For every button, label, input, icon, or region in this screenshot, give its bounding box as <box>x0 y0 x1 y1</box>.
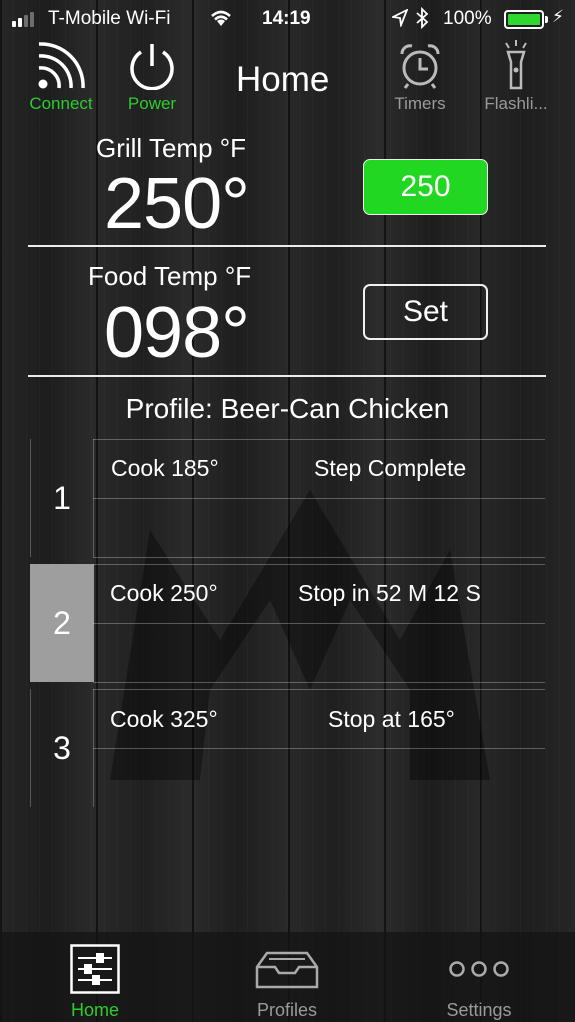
flashlight-label: Flashli... <box>484 94 548 113</box>
carrier-label: T-Mobile Wi-Fi <box>48 8 171 29</box>
food-set-button[interactable]: Set <box>363 284 488 340</box>
step-number-2[interactable]: 2 <box>30 564 94 682</box>
battery-icon <box>504 10 548 29</box>
wifi-icon <box>208 8 234 34</box>
more-dots-icon <box>414 942 544 996</box>
location-arrow-icon <box>390 8 409 33</box>
food-temp-label: Food Temp °F <box>88 261 252 291</box>
power-icon <box>102 40 202 90</box>
flashlight-button[interactable]: Flashli... <box>466 40 566 114</box>
step-row-1-detail <box>93 498 545 558</box>
top-nav: Connect Power Home Timers Flashli... <box>0 40 575 118</box>
tab-settings[interactable]: Settings <box>414 942 544 1021</box>
step-row-2[interactable]: Cook 250° Stop in 52 M 12 S <box>93 564 545 624</box>
status-bar: T-Mobile Wi-Fi 14:19 100% ⚡ <box>0 0 575 38</box>
tab-profiles-label: Profiles <box>256 1000 318 1020</box>
cellular-signal-icon <box>12 12 34 27</box>
divider <box>28 375 546 377</box>
page-title: Home <box>236 60 330 99</box>
charging-bolt-icon: ⚡ <box>552 7 564 26</box>
power-button[interactable]: Power <box>102 40 202 114</box>
step-status: Stop at 165° <box>328 706 455 732</box>
inbox-tray-icon <box>222 942 352 996</box>
step-number-3[interactable]: 3 <box>30 689 94 807</box>
step-row-1[interactable]: Cook 185° Step Complete <box>93 439 545 499</box>
tab-settings-label: Settings <box>446 1000 512 1020</box>
step-status: Step Complete <box>314 455 467 481</box>
tab-home-label: Home <box>70 1000 119 1020</box>
tab-bar: Home Profiles Settings <box>0 932 575 1022</box>
tab-profiles[interactable]: Profiles <box>222 942 352 1021</box>
food-temp-value: 098° <box>104 293 250 373</box>
bluetooth-icon <box>415 6 429 35</box>
power-label: Power <box>127 94 177 113</box>
alarm-clock-icon <box>370 40 470 90</box>
timers-label: Timers <box>394 94 446 113</box>
timers-button[interactable]: Timers <box>370 40 470 114</box>
wireless-signal-icon <box>11 40 111 90</box>
step-row-2-detail <box>93 623 545 683</box>
step-cook-temp: Cook 185° <box>111 455 219 481</box>
grill-temp-label: Grill Temp °F <box>96 133 247 163</box>
step-row-3[interactable]: Cook 325° Stop at 165° <box>93 689 545 749</box>
step-number-1[interactable]: 1 <box>30 439 94 557</box>
step-cook-temp: Cook 325° <box>110 706 218 732</box>
battery-percent: 100% <box>443 8 492 29</box>
grill-setpoint-button[interactable]: 250 <box>363 159 488 215</box>
connect-button[interactable]: Connect <box>11 40 111 114</box>
connect-label: Connect <box>29 94 93 113</box>
profile-title: Profile: Beer-Can Chicken <box>125 393 450 424</box>
divider <box>28 245 546 247</box>
step-status: Stop in 52 M 12 S <box>298 580 481 606</box>
flashlight-icon <box>466 40 566 90</box>
step-cook-temp: Cook 250° <box>110 580 218 606</box>
grill-temp-value: 250° <box>104 164 250 244</box>
sliders-icon <box>30 942 160 996</box>
clock: 14:19 <box>262 8 311 29</box>
tab-home[interactable]: Home <box>30 942 160 1021</box>
